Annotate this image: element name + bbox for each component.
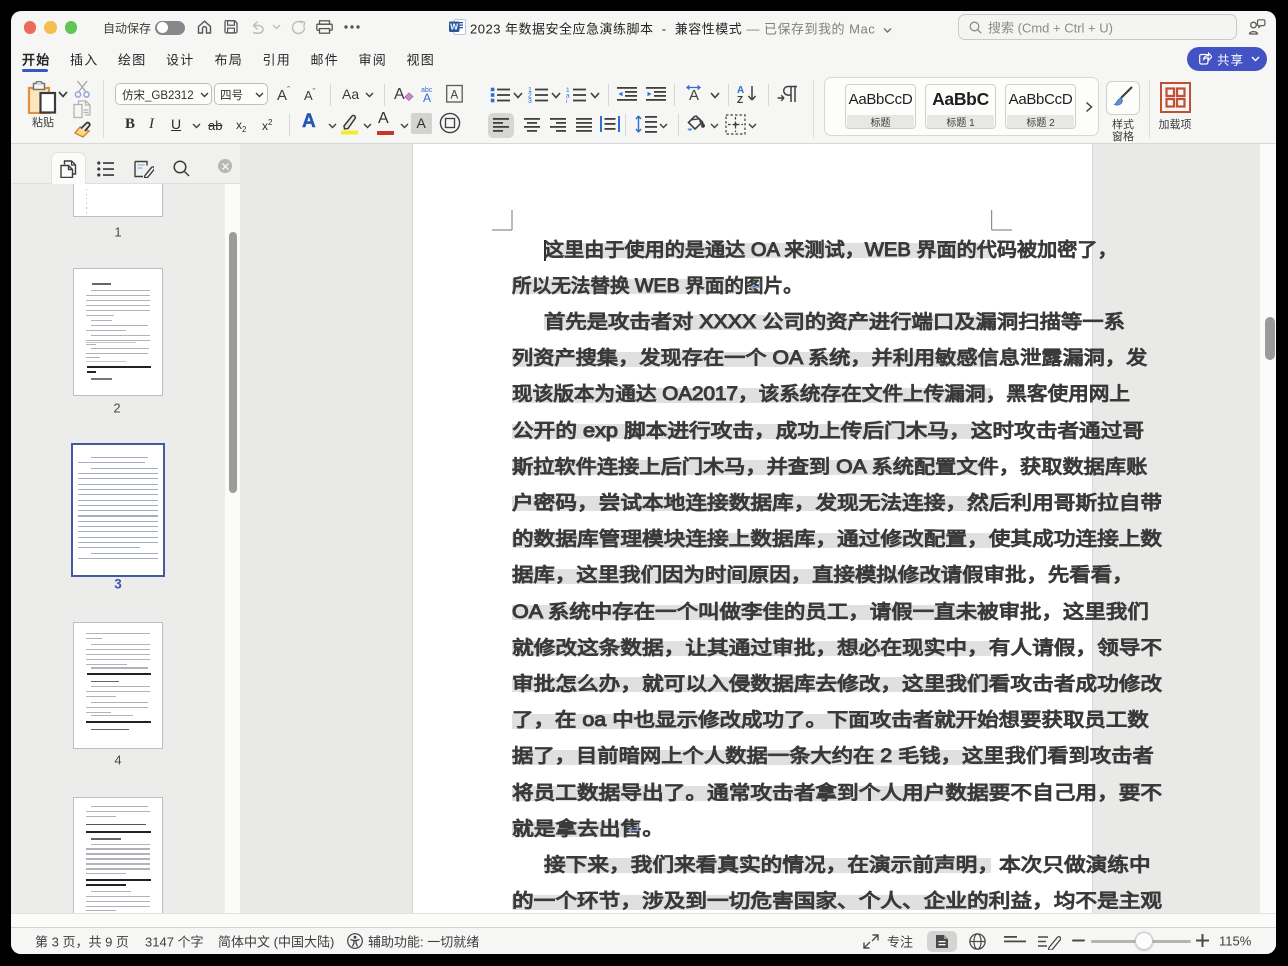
svg-text:W: W [450,22,459,32]
svg-text:A: A [394,86,405,103]
svg-text:Z: Z [737,95,743,104]
svg-text:i: i [566,98,567,103]
svg-text:A: A [451,90,459,102]
svg-text:A: A [423,91,431,103]
svg-text:3: 3 [528,98,532,103]
